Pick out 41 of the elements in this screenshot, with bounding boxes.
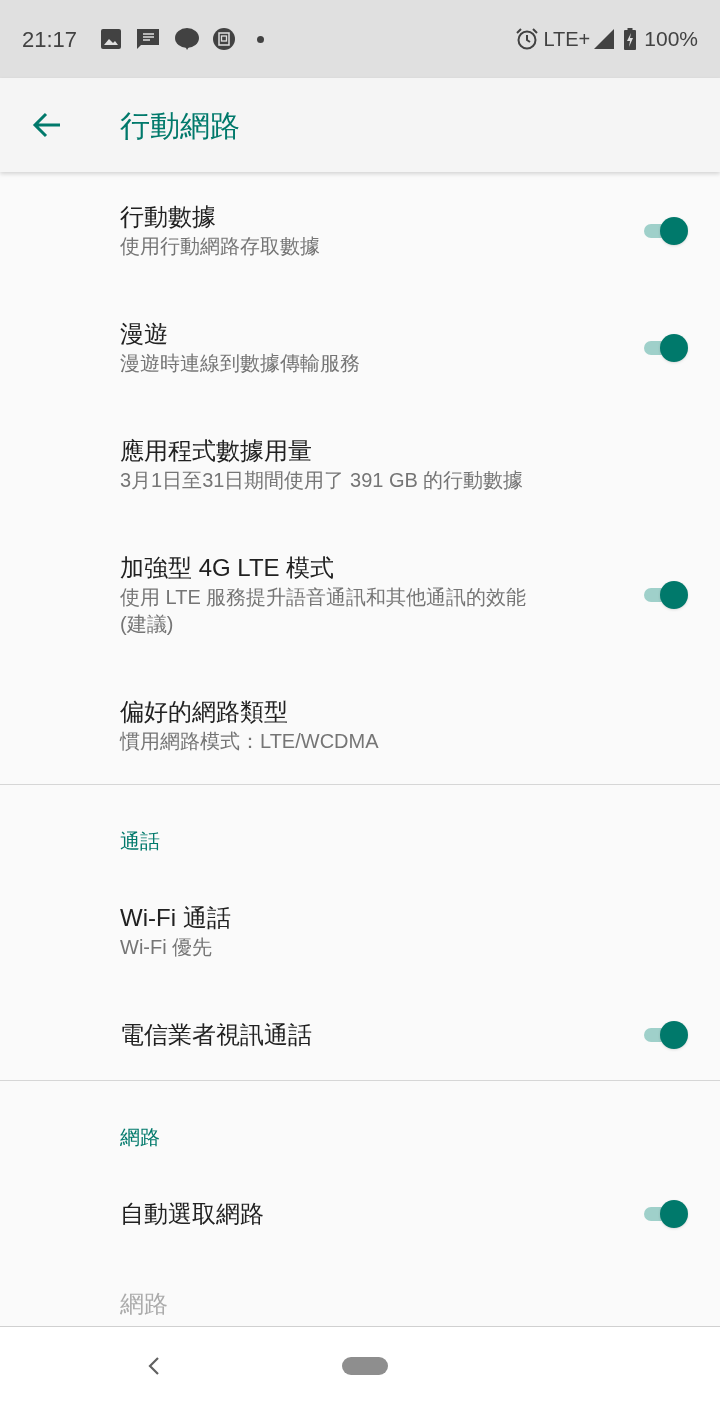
- settings-item[interactable]: 偏好的網路類型 慣用網路模式：LTE/WCDMA: [0, 667, 720, 784]
- item-title: 網路: [120, 1289, 169, 1319]
- item-title: 偏好的網路類型: [120, 697, 289, 727]
- app-icon: [213, 28, 236, 50]
- settings-item[interactable]: 電信業者視訊通話: [0, 990, 720, 1080]
- category-header: 通話: [120, 830, 160, 852]
- settings-item[interactable]: 行動數據 使用行動網路存取數據: [0, 172, 720, 289]
- item-summary: 使用 LTE 服務提升語音通訊和其他通訊的效能: [120, 585, 528, 610]
- settings-item[interactable]: 漫遊 漫遊時連線到數據傳輸服務: [0, 289, 720, 406]
- item-summary: 3月1日至31日期間使用了 391 GB 的行動數據: [120, 468, 525, 493]
- item-title: 自動選取網路: [120, 1199, 265, 1229]
- settings-item[interactable]: 應用程式數據用量 3月1日至31日期間使用了 391 GB 的行動數據: [0, 406, 720, 523]
- battery-icon: [624, 28, 637, 50]
- item-summary: Wi-Fi 優先: [120, 935, 214, 960]
- clock: 21:17: [22, 25, 78, 54]
- settings-item[interactable]: Wi-Fi 通話 Wi-Fi 優先: [0, 873, 720, 990]
- item-title: 應用程式數據用量: [120, 436, 313, 466]
- signal-icon: [594, 29, 615, 49]
- category-header: 網路: [120, 1126, 160, 1148]
- item-title: 電信業者視訊通話: [120, 1020, 313, 1050]
- chat-bubble-icon: [175, 28, 200, 50]
- settings-item[interactable]: 加強型 4G LTE 模式 使用 LTE 服務提升語音通訊和其他通訊的效能 (建議): [0, 523, 720, 667]
- network-type: LTE+: [543, 27, 591, 52]
- item-title: 漫遊: [120, 319, 169, 349]
- alarm-icon: [515, 27, 540, 51]
- item-summary: (建議): [120, 612, 175, 637]
- battery-level: 100%: [644, 26, 698, 53]
- item-title: Wi-Fi 通話: [120, 903, 232, 933]
- back-arrow-icon[interactable]: [32, 111, 62, 139]
- back-icon[interactable]: [148, 1356, 160, 1375]
- image-icon: [101, 29, 122, 49]
- message-icon: [137, 29, 160, 49]
- page-title: 行動網路: [120, 107, 240, 144]
- item-title: 行動數據: [120, 202, 217, 232]
- item-summary: 使用行動網路存取數據: [120, 234, 321, 259]
- item-title: 加強型 4G LTE 模式: [120, 553, 336, 583]
- home-button[interactable]: [342, 1356, 388, 1375]
- item-summary: 漫遊時連線到數據傳輸服務: [120, 351, 361, 376]
- item-summary: 慣用網路模式：LTE/WCDMA: [120, 729, 380, 754]
- settings-item[interactable]: 自動選取網路: [0, 1169, 720, 1259]
- dot-icon: [257, 35, 265, 43]
